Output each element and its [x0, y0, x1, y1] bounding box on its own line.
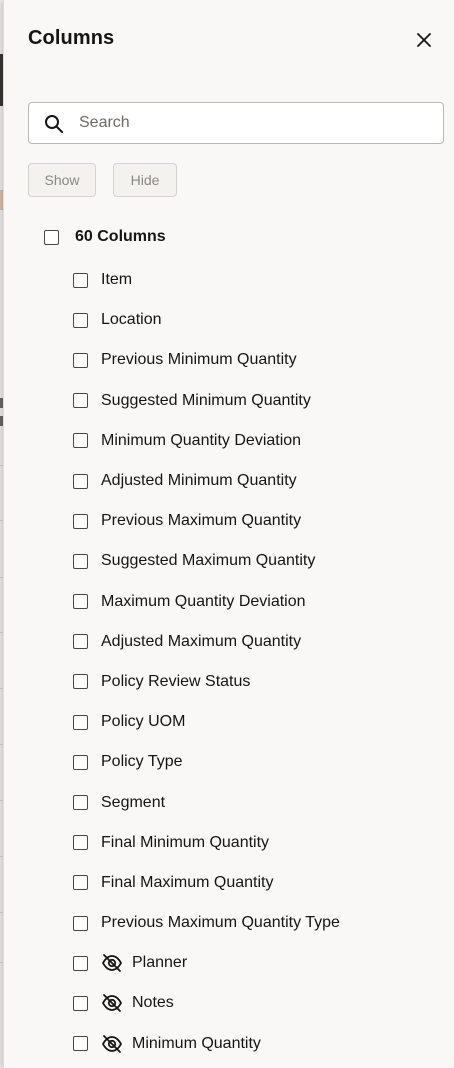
column-checkbox[interactable] [73, 634, 88, 650]
column-label: Planner [132, 954, 188, 972]
column-row[interactable]: Previous Maximum Quantity Type [73, 903, 340, 943]
column-row[interactable]: Planner [73, 943, 340, 983]
column-label: Notes [132, 994, 174, 1012]
column-checkbox[interactable] [73, 795, 88, 811]
show-button[interactable]: Show [28, 163, 96, 197]
column-label: Policy Review Status [101, 672, 251, 690]
column-row[interactable]: Policy Type [73, 742, 340, 782]
hide-button[interactable]: Hide [113, 163, 177, 197]
eye-slash-icon [101, 993, 123, 1013]
select-all-checkbox[interactable] [44, 229, 59, 245]
column-checkbox[interactable] [73, 473, 88, 489]
column-checkbox[interactable] [73, 312, 88, 328]
column-label: Previous Maximum Quantity [101, 512, 302, 530]
column-label: Final Minimum Quantity [101, 833, 270, 851]
column-row[interactable]: Minimum Quantity [73, 1024, 340, 1064]
column-checkbox[interactable] [73, 352, 88, 368]
column-label: Suggested Minimum Quantity [101, 391, 311, 409]
column-checkbox[interactable] [73, 594, 88, 610]
column-label: Previous Maximum Quantity Type [101, 914, 340, 932]
column-checkbox[interactable] [73, 754, 88, 770]
column-label: Maximum Quantity Deviation [101, 592, 306, 610]
search-input[interactable] [79, 103, 429, 143]
select-all-row[interactable]: 60 Columns [44, 226, 166, 248]
column-row[interactable]: Suggested Minimum Quantity [73, 381, 340, 421]
column-checkbox[interactable] [73, 714, 88, 730]
column-row[interactable]: Suggested Maximum Quantity [73, 541, 340, 581]
column-label: Location [101, 311, 162, 329]
close-icon [417, 33, 431, 47]
select-all-label: 60 Columns [75, 228, 166, 245]
column-row[interactable]: Location [73, 300, 340, 340]
column-label: Suggested Maximum Quantity [101, 552, 316, 570]
column-row[interactable]: Minimum Quantity Deviation [73, 421, 340, 461]
eye-slash-icon [101, 1034, 123, 1054]
column-row[interactable]: Adjusted Maximum Quantity [73, 622, 340, 662]
column-checkbox[interactable] [73, 553, 88, 569]
column-label: Item [101, 271, 133, 289]
column-row[interactable]: Final Maximum Quantity [73, 863, 340, 903]
column-checkbox[interactable] [73, 674, 88, 690]
panel-title: Columns [28, 27, 115, 49]
column-row[interactable]: Notes [73, 983, 340, 1023]
column-checkbox[interactable] [73, 835, 88, 851]
search-icon [45, 115, 63, 133]
search-field[interactable] [28, 102, 444, 144]
column-row[interactable]: Item [73, 260, 340, 300]
column-row[interactable]: Previous Minimum Quantity [73, 340, 340, 380]
column-label: Minimum Quantity Deviation [101, 431, 302, 449]
column-row[interactable]: Policy UOM [73, 702, 340, 742]
column-checkbox[interactable] [73, 1036, 88, 1052]
column-label: Minimum Quantity [132, 1034, 261, 1052]
column-label: Final Maximum Quantity [101, 873, 274, 891]
columns-drawer: Columns Show Hide 60 Columns Item Locatio… [3, 0, 454, 1068]
close-button[interactable] [412, 28, 436, 52]
column-checkbox[interactable] [73, 513, 88, 529]
column-label: Adjusted Minimum Quantity [101, 472, 297, 490]
column-list: Item Location Previous Minimum Quantity Sug… [73, 260, 340, 1064]
column-label: Adjusted Maximum Quantity [101, 632, 302, 650]
column-checkbox[interactable] [73, 915, 88, 931]
column-checkbox[interactable] [73, 955, 88, 971]
column-checkbox[interactable] [73, 875, 88, 891]
column-row[interactable]: Policy Review Status [73, 662, 340, 702]
column-checkbox[interactable] [73, 393, 88, 409]
column-row[interactable]: Final Minimum Quantity [73, 823, 340, 863]
column-row[interactable]: Previous Maximum Quantity [73, 501, 340, 541]
column-row[interactable]: Segment [73, 782, 340, 822]
column-row[interactable]: Adjusted Minimum Quantity [73, 461, 340, 501]
column-label: Segment [101, 793, 166, 811]
column-checkbox[interactable] [73, 272, 88, 288]
column-label: Policy Type [101, 753, 183, 771]
column-checkbox[interactable] [73, 433, 88, 449]
column-checkbox[interactable] [73, 995, 88, 1011]
eye-slash-icon [101, 953, 123, 973]
column-label: Previous Minimum Quantity [101, 351, 297, 369]
column-row[interactable]: Maximum Quantity Deviation [73, 582, 340, 622]
column-label: Policy UOM [101, 713, 186, 731]
